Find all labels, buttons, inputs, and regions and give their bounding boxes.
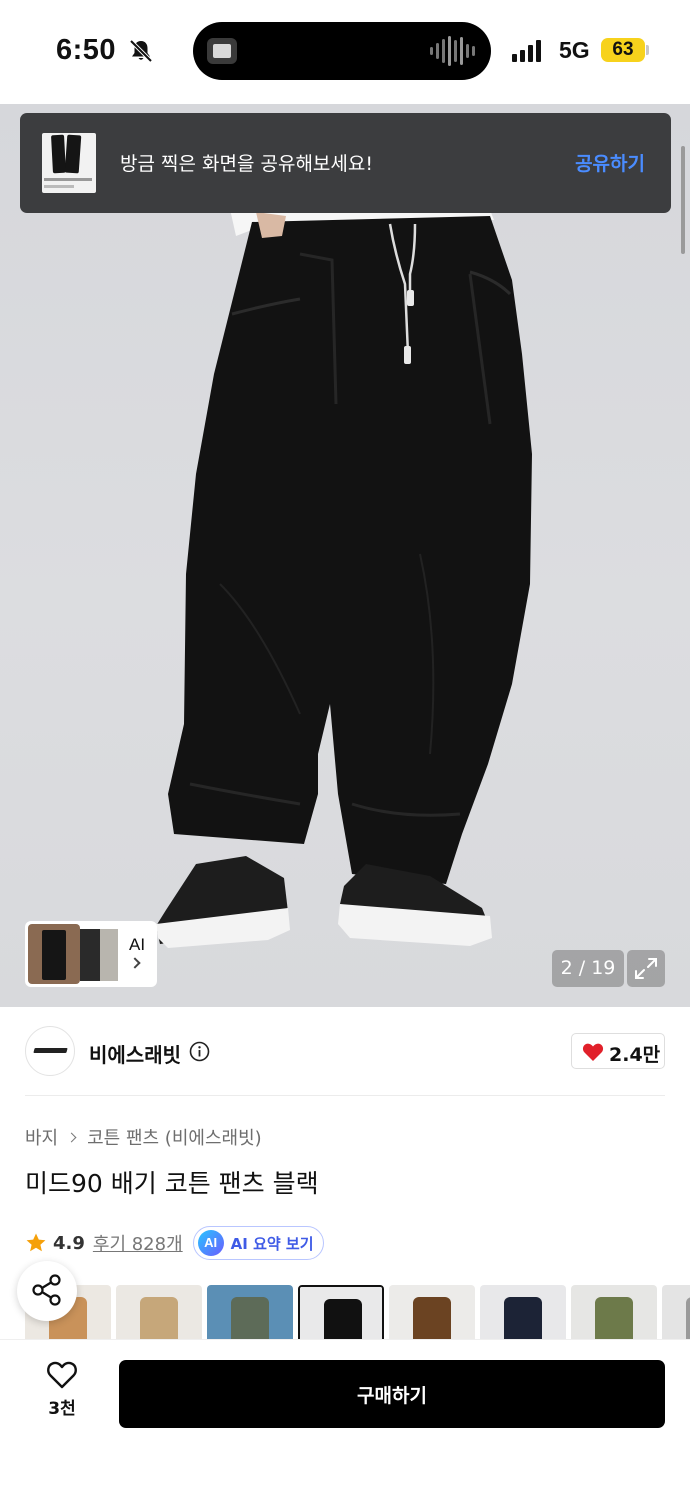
ai-thumbnail-card[interactable]: AI bbox=[25, 921, 157, 987]
brand-like-count: 2.4만 bbox=[609, 1044, 661, 1066]
wishlist-count: 3천 bbox=[48, 1399, 76, 1419]
clock: 6:50 bbox=[56, 34, 117, 66]
heart-filled-icon bbox=[582, 1043, 604, 1061]
swatch-pants-image bbox=[413, 1297, 451, 1339]
bell-off-icon bbox=[129, 39, 153, 63]
share-button[interactable] bbox=[17, 1261, 77, 1321]
bottom-action-bar: 3천 구매하기 bbox=[0, 1339, 690, 1500]
brand-name[interactable]: 비에스래빗 bbox=[89, 1039, 181, 1068]
chevron-right-icon bbox=[66, 1132, 77, 1142]
thumbnail-image bbox=[80, 929, 100, 981]
screenshot-thumbnail[interactable] bbox=[42, 133, 96, 193]
color-swatch[interactable] bbox=[480, 1285, 566, 1339]
product-image-gallery[interactable] bbox=[0, 104, 690, 1007]
thumbnail-image bbox=[100, 929, 118, 981]
color-swatch[interactable] bbox=[207, 1285, 293, 1339]
share-now-button[interactable]: 공유하기 bbox=[575, 149, 645, 176]
breadcrumb-category[interactable]: 바지 bbox=[25, 1124, 58, 1150]
swatch-pants-image bbox=[595, 1297, 633, 1339]
brand-like-button[interactable]: 2.4만 bbox=[571, 1033, 665, 1069]
ai-summary-button[interactable]: AI AI 요약 보기 bbox=[192, 1226, 324, 1260]
wishlist-button[interactable]: 3천 bbox=[30, 1360, 94, 1430]
ai-badge-icon: AI bbox=[197, 1230, 224, 1256]
battery-cap bbox=[646, 45, 649, 55]
expand-arrows-icon bbox=[635, 958, 657, 979]
signal-icon bbox=[512, 40, 541, 62]
heart-outline-icon bbox=[47, 1361, 77, 1389]
share-banner-message: 방금 찍은 화면을 공유해보세요! bbox=[120, 153, 373, 175]
swatch-pants-image bbox=[231, 1297, 269, 1339]
rating-value: 4.9 bbox=[53, 1232, 85, 1254]
reviews-link[interactable]: 후기 828개 bbox=[93, 1230, 183, 1256]
color-options bbox=[25, 1285, 690, 1339]
battery-level: 63 bbox=[601, 38, 645, 62]
swatch-pants-image bbox=[686, 1297, 690, 1339]
image-counter: 2 / 19 bbox=[552, 950, 624, 987]
product-title: 미드90 배기 코튼 팬츠 블랙 bbox=[25, 1169, 319, 1198]
color-swatch[interactable] bbox=[662, 1285, 690, 1339]
swatch-pants-image bbox=[140, 1297, 178, 1339]
buy-button[interactable]: 구매하기 bbox=[119, 1360, 665, 1428]
now-playing-thumb bbox=[207, 38, 237, 64]
ai-label: AI bbox=[129, 935, 146, 954]
expand-icon[interactable] bbox=[627, 950, 665, 987]
breadcrumb-subcategory[interactable]: 코튼 팬츠 (비에스래빗) bbox=[87, 1124, 262, 1150]
info-icon[interactable] bbox=[189, 1041, 210, 1062]
status-bar: 6:50 5G 63 bbox=[0, 0, 690, 104]
dynamic-island bbox=[193, 22, 491, 80]
color-swatch[interactable] bbox=[116, 1285, 202, 1339]
ai-summary-label: AI 요약 보기 bbox=[230, 1234, 314, 1253]
divider bbox=[25, 1095, 665, 1096]
swatch-pants-image bbox=[504, 1297, 542, 1339]
brand-logo[interactable] bbox=[25, 1026, 75, 1076]
share-icon bbox=[32, 1274, 61, 1306]
product-photo bbox=[156, 200, 532, 948]
share-banner: 방금 찍은 화면을 공유해보세요! 공유하기 bbox=[20, 113, 671, 213]
color-swatch[interactable] bbox=[389, 1285, 475, 1339]
swatch-pants-image bbox=[324, 1299, 362, 1339]
star-icon bbox=[26, 1233, 46, 1252]
audio-wave-icon bbox=[430, 36, 475, 66]
network-type: 5G bbox=[559, 37, 590, 63]
color-swatch[interactable] bbox=[298, 1285, 384, 1339]
color-swatch[interactable] bbox=[571, 1285, 657, 1339]
thumbnail-image bbox=[28, 924, 80, 984]
breadcrumb: 바지 코튼 팬츠 (비에스래빗) bbox=[25, 1124, 262, 1150]
rating-row: 4.9 후기 828개 AI AI 요약 보기 bbox=[25, 1226, 324, 1260]
scroll-indicator bbox=[681, 146, 685, 254]
chevron-right-icon bbox=[129, 957, 141, 969]
